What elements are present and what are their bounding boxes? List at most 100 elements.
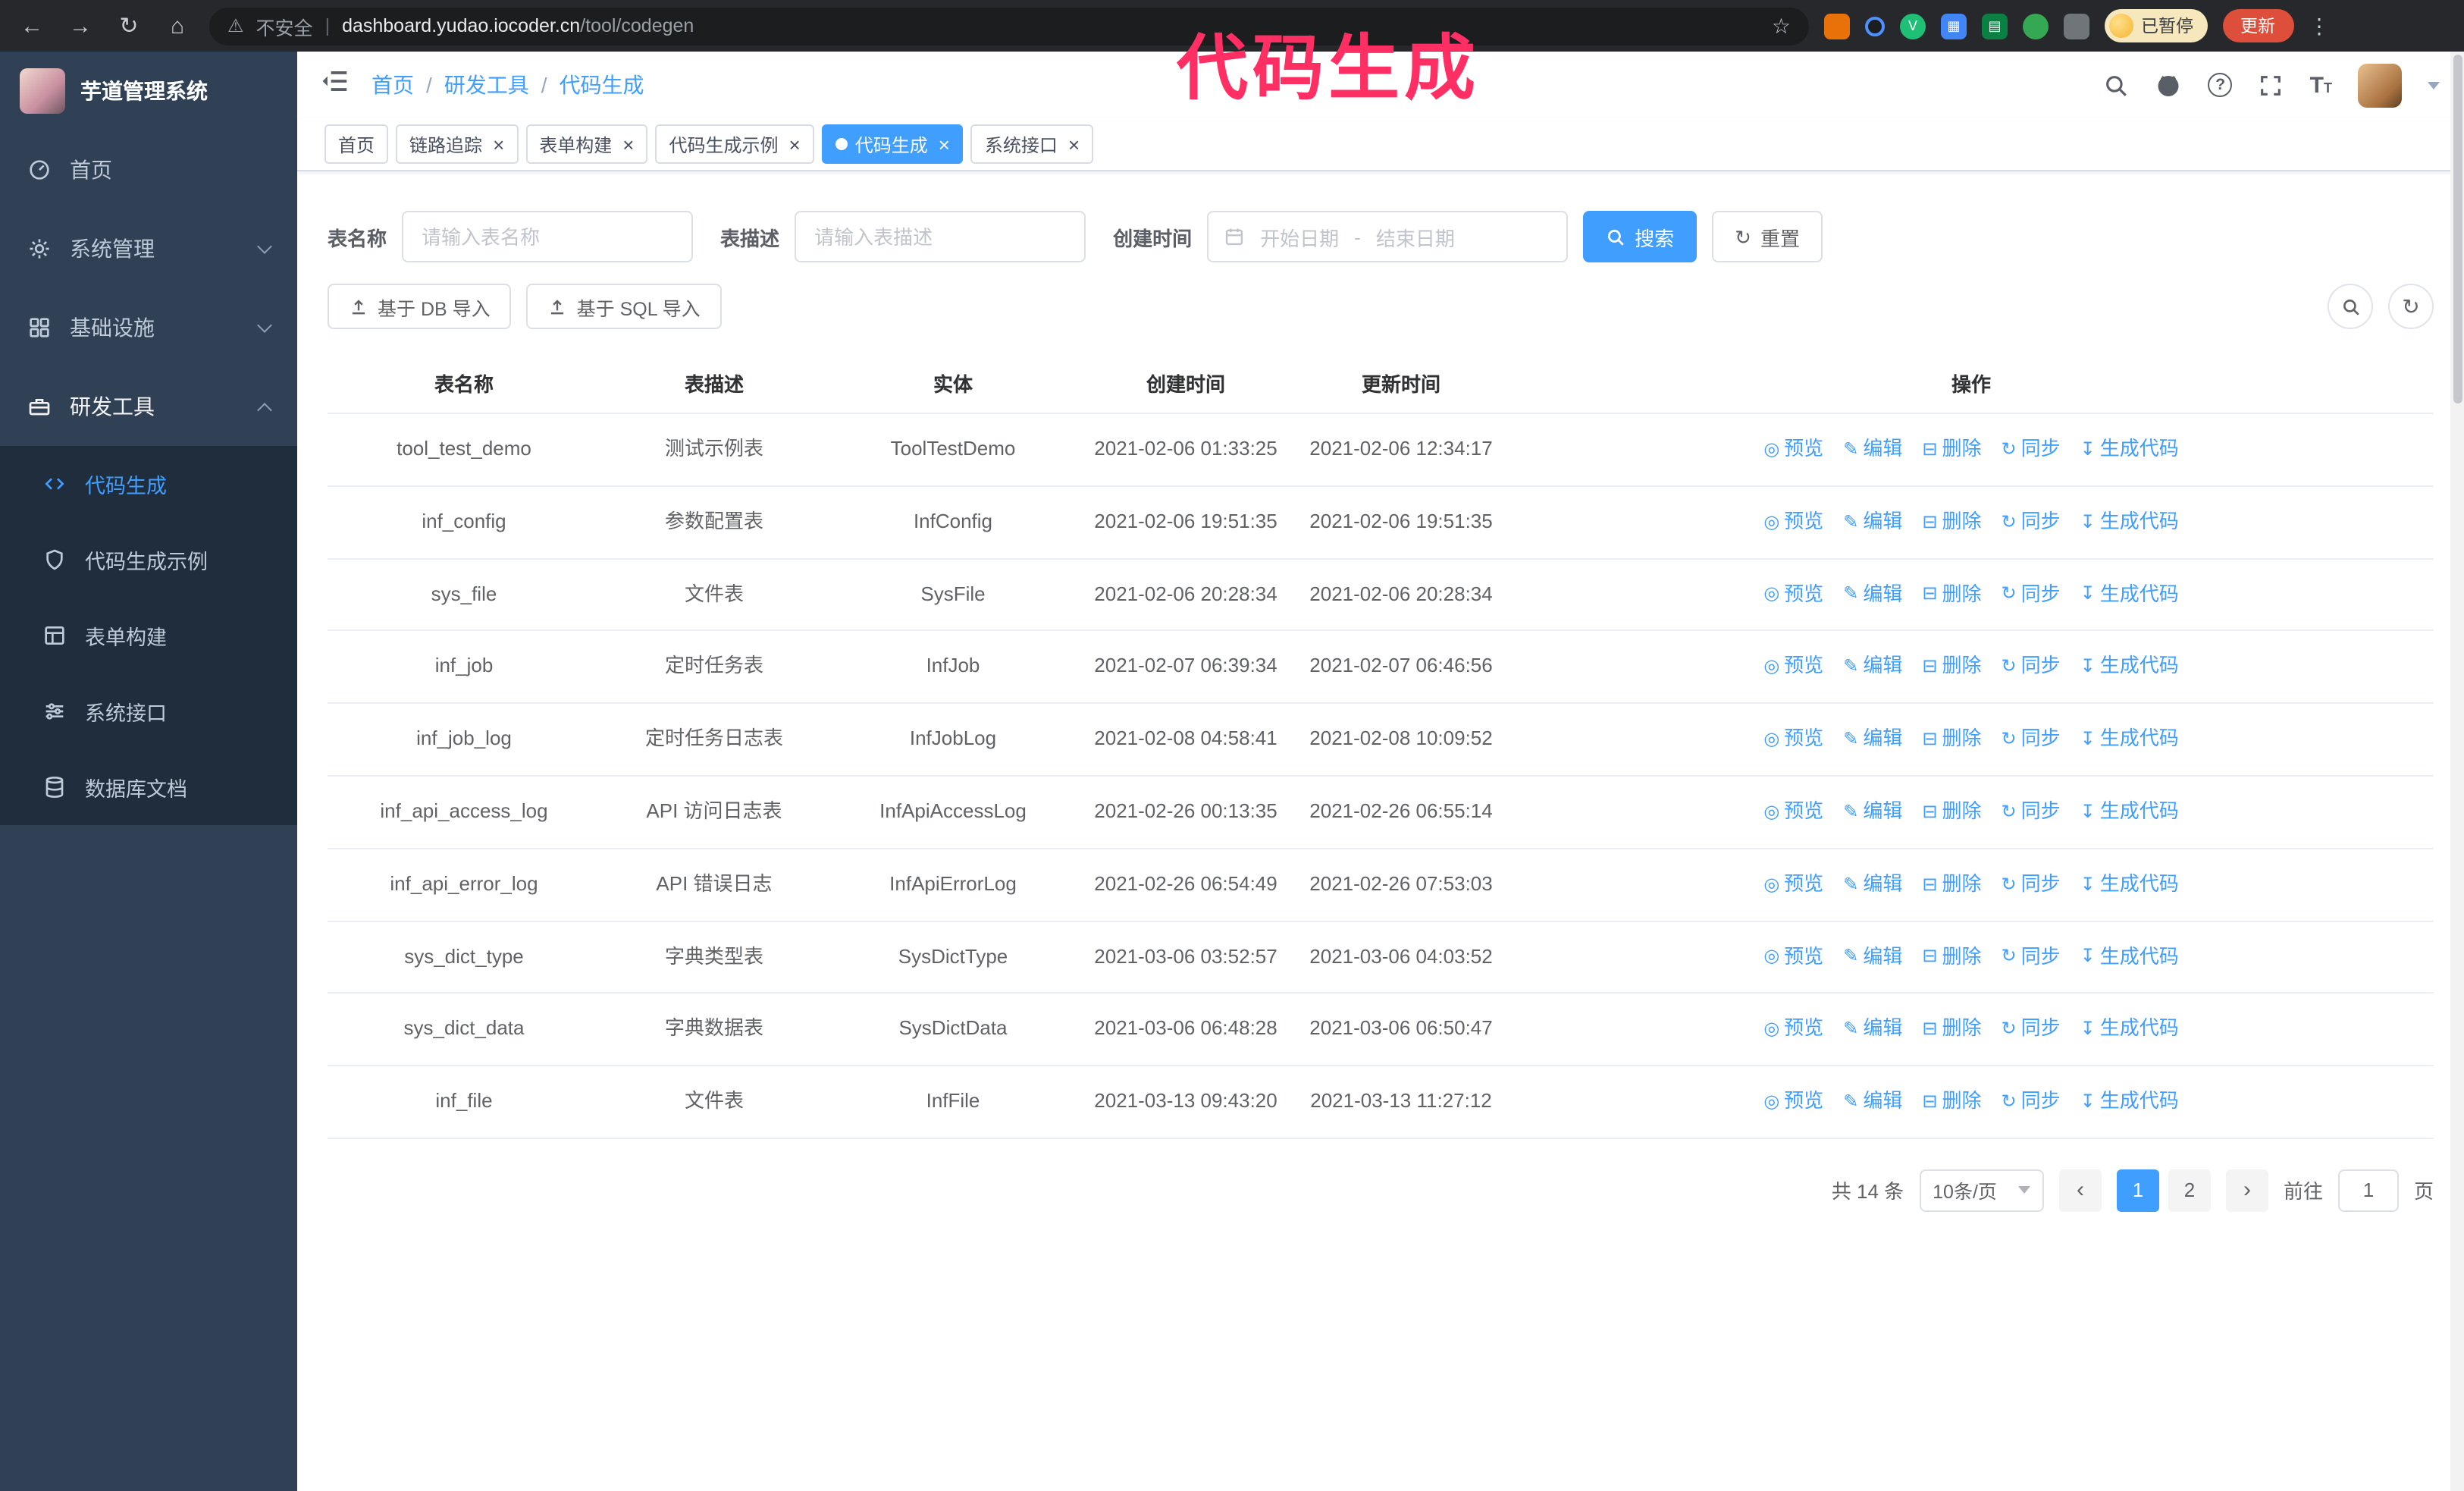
sync-action-link[interactable]: ↻ 同步 [2002, 579, 2061, 611]
profile-badge[interactable]: 已暂停 [2105, 9, 2207, 42]
sidebar-toggle-icon[interactable] [321, 67, 350, 103]
sidebar-item-devtools[interactable]: 研发工具 [0, 367, 297, 446]
sync-action-link[interactable]: ↻ 同步 [2002, 869, 2061, 901]
eye-action-link[interactable]: ◎ 预览 [1763, 941, 1823, 973]
close-icon[interactable]: × [789, 134, 801, 154]
sync-action-link[interactable]: ↻ 同步 [2002, 941, 2061, 973]
user-avatar[interactable] [2358, 63, 2402, 107]
edit-action-link[interactable]: ✎ 编辑 [1843, 579, 1902, 611]
extension-icon[interactable]: ▦ [1941, 13, 1967, 39]
delete-action-link[interactable]: ⊟ 删除 [1922, 796, 1981, 828]
edit-action-link[interactable]: ✎ 编辑 [1843, 796, 1902, 828]
generate-code-action-link[interactable]: ↧ 生成代码 [2080, 579, 2179, 611]
delete-action-link[interactable]: ⊟ 删除 [1922, 507, 1981, 538]
prev-page-button[interactable]: ‹ [2058, 1169, 2102, 1212]
close-icon[interactable]: × [622, 134, 634, 154]
reload-icon[interactable]: ↻ [112, 9, 146, 42]
search-button[interactable]: 搜索 [1583, 211, 1698, 262]
close-icon[interactable]: × [493, 134, 504, 154]
generate-code-action-link[interactable]: ↧ 生成代码 [2080, 724, 2179, 755]
reset-button[interactable]: ↻ 重置 [1712, 211, 1823, 262]
edit-action-link[interactable]: ✎ 编辑 [1843, 724, 1902, 755]
edit-action-link[interactable]: ✎ 编辑 [1843, 507, 1902, 538]
generate-code-action-link[interactable]: ↧ 生成代码 [2080, 796, 2179, 828]
generate-code-action-link[interactable]: ↧ 生成代码 [2080, 1014, 2179, 1046]
edit-action-link[interactable]: ✎ 编辑 [1843, 1014, 1902, 1046]
sync-action-link[interactable]: ↻ 同步 [2002, 434, 2061, 466]
sidebar-item-codegen-example[interactable]: 代码生成示例 [0, 522, 297, 598]
delete-action-link[interactable]: ⊟ 删除 [1922, 1086, 1981, 1118]
bookmark-star-icon[interactable]: ☆ [1772, 13, 1791, 39]
sync-action-link[interactable]: ↻ 同步 [2002, 507, 2061, 538]
generate-code-action-link[interactable]: ↧ 生成代码 [2080, 507, 2179, 538]
sidebar-item-system-api[interactable]: 系统接口 [0, 673, 297, 749]
refresh-table-button[interactable]: ↻ [2388, 284, 2434, 329]
eye-action-link[interactable]: ◎ 预览 [1763, 507, 1823, 538]
generate-code-action-link[interactable]: ↧ 生成代码 [2080, 434, 2179, 466]
next-page-button[interactable]: › [2225, 1169, 2268, 1212]
sidebar-item-infrastructure[interactable]: 基础设施 [0, 288, 297, 367]
page-1-button[interactable]: 1 [2116, 1169, 2159, 1212]
scrollbar-thumb[interactable] [2453, 55, 2462, 403]
extension-icon[interactable] [1824, 13, 1850, 39]
sync-action-link[interactable]: ↻ 同步 [2002, 1086, 2061, 1118]
security-label[interactable]: 不安全 [256, 11, 313, 40]
delete-action-link[interactable]: ⊟ 删除 [1922, 651, 1981, 683]
breadcrumb-devtools[interactable]: 研发工具 [444, 70, 529, 100]
tab-链路追踪[interactable]: 链路追踪 × [396, 124, 519, 164]
edit-action-link[interactable]: ✎ 编辑 [1843, 434, 1902, 466]
import-sql-button[interactable]: 基于 SQL 导入 [526, 284, 722, 329]
url-text[interactable]: dashboard.yudao.iocoder.cn/tool/codegen [342, 15, 694, 36]
sidebar-item-form-builder[interactable]: 表单构建 [0, 598, 297, 673]
delete-action-link[interactable]: ⊟ 删除 [1922, 941, 1981, 973]
sidebar-item-home[interactable]: 首页 [0, 130, 297, 209]
logo[interactable]: 芋道管理系统 [0, 52, 297, 130]
eye-action-link[interactable]: ◎ 预览 [1763, 1086, 1823, 1118]
close-icon[interactable]: × [1068, 134, 1080, 154]
sidebar-item-codegen[interactable]: 代码生成 [0, 446, 297, 522]
delete-action-link[interactable]: ⊟ 删除 [1922, 434, 1981, 466]
eye-action-link[interactable]: ◎ 预览 [1763, 869, 1823, 901]
tab-首页[interactable]: 首页 [324, 124, 389, 164]
home-icon[interactable]: ⌂ [161, 9, 194, 42]
extension-icon[interactable]: V [1900, 13, 1926, 39]
edit-action-link[interactable]: ✎ 编辑 [1843, 1086, 1902, 1118]
extension-icon[interactable]: ▤ [1982, 13, 2008, 39]
generate-code-action-link[interactable]: ↧ 生成代码 [2080, 1086, 2179, 1118]
eye-action-link[interactable]: ◎ 预览 [1763, 434, 1823, 466]
toggle-search-button[interactable] [2328, 284, 2373, 329]
font-size-icon[interactable]: TT [2310, 74, 2332, 96]
goto-page-input[interactable] [2337, 1169, 2399, 1212]
edit-action-link[interactable]: ✎ 编辑 [1843, 869, 1902, 901]
sync-action-link[interactable]: ↻ 同步 [2002, 1014, 2061, 1046]
page-scrollbar[interactable] [2450, 52, 2464, 1491]
browser-update-button[interactable]: 更新 [2222, 9, 2293, 42]
eye-action-link[interactable]: ◎ 预览 [1763, 724, 1823, 755]
back-icon[interactable]: ← [15, 9, 49, 42]
search-icon[interactable] [2104, 72, 2130, 98]
table-desc-input[interactable] [795, 211, 1086, 262]
import-db-button[interactable]: 基于 DB 导入 [328, 284, 512, 329]
edit-action-link[interactable]: ✎ 编辑 [1843, 651, 1902, 683]
delete-action-link[interactable]: ⊟ 删除 [1922, 1014, 1981, 1046]
extensions-puzzle-icon[interactable] [2064, 13, 2089, 39]
eye-action-link[interactable]: ◎ 预览 [1763, 579, 1823, 611]
tab-代码生成示例[interactable]: 代码生成示例 × [655, 124, 814, 164]
delete-action-link[interactable]: ⊟ 删除 [1922, 869, 1981, 901]
sync-action-link[interactable]: ↻ 同步 [2002, 724, 2061, 755]
table-name-input[interactable] [402, 211, 694, 262]
fullscreen-icon[interactable] [2259, 72, 2284, 98]
sidebar-item-db-docs[interactable]: 数据库文档 [0, 749, 297, 825]
edit-action-link[interactable]: ✎ 编辑 [1843, 941, 1902, 973]
page-size-select[interactable]: 10条/页 [1919, 1169, 2044, 1212]
sync-action-link[interactable]: ↻ 同步 [2002, 796, 2061, 828]
tab-代码生成[interactable]: 代码生成 × [821, 124, 964, 164]
forward-icon[interactable]: → [64, 9, 97, 42]
address-bar[interactable]: ⚠ 不安全 | dashboard.yudao.iocoder.cn/tool/… [209, 7, 1809, 45]
generate-code-action-link[interactable]: ↧ 生成代码 [2080, 651, 2179, 683]
avatar-caret-icon[interactable] [2428, 81, 2440, 89]
breadcrumb-home[interactable]: 首页 [371, 70, 414, 100]
browser-menu-icon[interactable]: ⋮ [2309, 13, 2330, 39]
tab-表单构建[interactable]: 表单构建 × [525, 124, 648, 164]
sync-action-link[interactable]: ↻ 同步 [2002, 651, 2061, 683]
